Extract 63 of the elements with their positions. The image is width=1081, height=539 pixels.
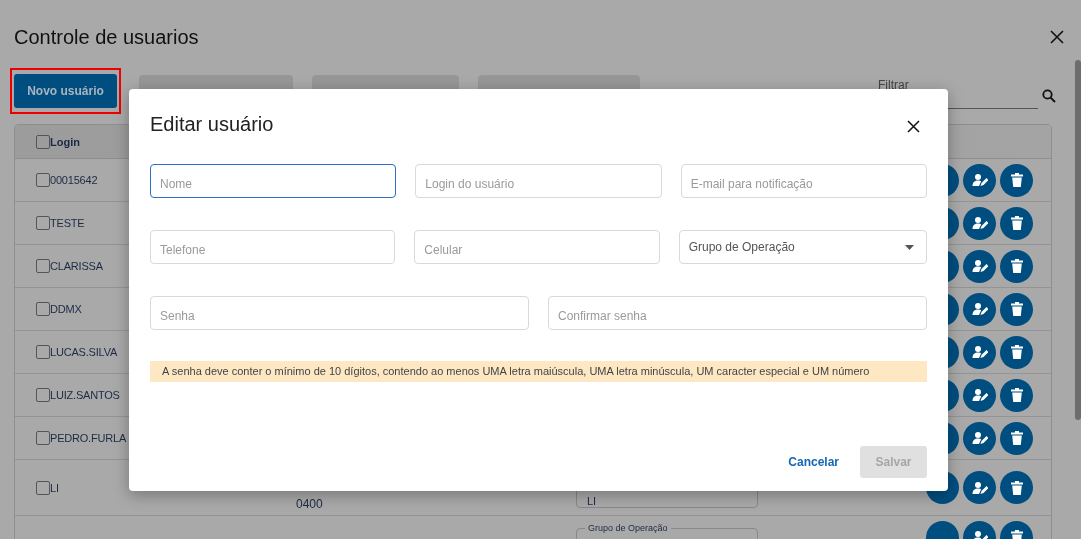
dialog-title: Editar usuário xyxy=(150,113,274,136)
select-field[interactable]: Grupo de Operação xyxy=(678,230,927,264)
caret-icon xyxy=(905,244,914,250)
edit-user-button[interactable] xyxy=(963,292,996,326)
user-edit-icon xyxy=(971,431,988,445)
trash-icon xyxy=(1010,345,1023,359)
trash-icon xyxy=(1010,259,1023,273)
close-icon[interactable] xyxy=(1050,30,1064,44)
table-cell: DDMX xyxy=(50,303,82,315)
delete-button[interactable] xyxy=(1000,206,1033,240)
table-cell: 0400 xyxy=(296,497,323,511)
page-title: Controle de usuarios xyxy=(14,25,199,49)
table-cell: TESTE xyxy=(50,217,85,229)
table-cell: 00015642 xyxy=(50,174,98,186)
user-edit-icon xyxy=(971,388,988,402)
table-cell: LUCAS.SILVA xyxy=(50,346,118,358)
edit-user-button[interactable] xyxy=(963,163,996,197)
delete-button[interactable] xyxy=(1000,249,1033,283)
password-notice: A senha deve conter o mínimo de 10 dígitos, contendo ao menos UMA letra maiúscula, UMA letra minúscula, UM caracter especial e UM número xyxy=(150,361,927,382)
checkbox[interactable] xyxy=(36,216,50,230)
trash-icon xyxy=(1010,388,1023,402)
checkbox[interactable] xyxy=(36,480,50,495)
column-header: Login xyxy=(50,135,80,148)
user-edit-icon xyxy=(971,259,988,273)
user-edit-icon xyxy=(971,173,988,187)
edit-user-button[interactable] xyxy=(963,335,996,369)
new-user-button[interactable]: Novo usuário xyxy=(14,73,117,108)
search-icon[interactable] xyxy=(1042,89,1056,103)
table-cell: CLARISSA xyxy=(50,260,103,272)
table-cell: LUIZ.SANTOS xyxy=(50,389,120,401)
delete-button[interactable] xyxy=(1000,378,1033,412)
delete-button[interactable] xyxy=(1000,421,1033,455)
edit-user-button[interactable] xyxy=(963,378,996,412)
trash-icon xyxy=(1010,173,1023,187)
trash-icon xyxy=(1010,302,1023,316)
table-cell: PEDRO.FURLA xyxy=(50,432,127,444)
edit-user-button[interactable] xyxy=(963,471,996,504)
cancel-button[interactable]: Cancelar xyxy=(788,455,839,469)
delete-button[interactable] xyxy=(1000,163,1033,197)
trash-icon xyxy=(1010,431,1023,445)
close-icon[interactable] xyxy=(907,120,920,133)
edit-user-button[interactable] xyxy=(963,206,996,240)
delete-button[interactable] xyxy=(1000,335,1033,369)
checkbox[interactable] xyxy=(36,345,50,359)
checkbox[interactable] xyxy=(36,431,50,445)
edit-user-button[interactable] xyxy=(963,249,996,283)
delete-button[interactable] xyxy=(1000,292,1033,326)
edit-user-button[interactable] xyxy=(963,421,996,455)
checkbox[interactable] xyxy=(36,134,50,149)
trash-icon xyxy=(1010,216,1023,230)
scrollbar[interactable] xyxy=(1075,60,1081,420)
table-cell: LI xyxy=(50,481,59,494)
delete-button[interactable] xyxy=(1000,471,1033,504)
user-edit-icon xyxy=(971,216,988,230)
checkbox[interactable] xyxy=(36,259,50,273)
trash-icon xyxy=(1010,480,1023,495)
user-edit-icon xyxy=(971,302,988,316)
checkbox[interactable] xyxy=(36,388,50,402)
input-field[interactable]: Nome xyxy=(150,164,397,198)
checkbox[interactable] xyxy=(36,302,50,316)
user-edit-icon xyxy=(971,480,988,495)
checkbox[interactable] xyxy=(36,173,50,187)
user-edit-icon xyxy=(971,345,988,359)
